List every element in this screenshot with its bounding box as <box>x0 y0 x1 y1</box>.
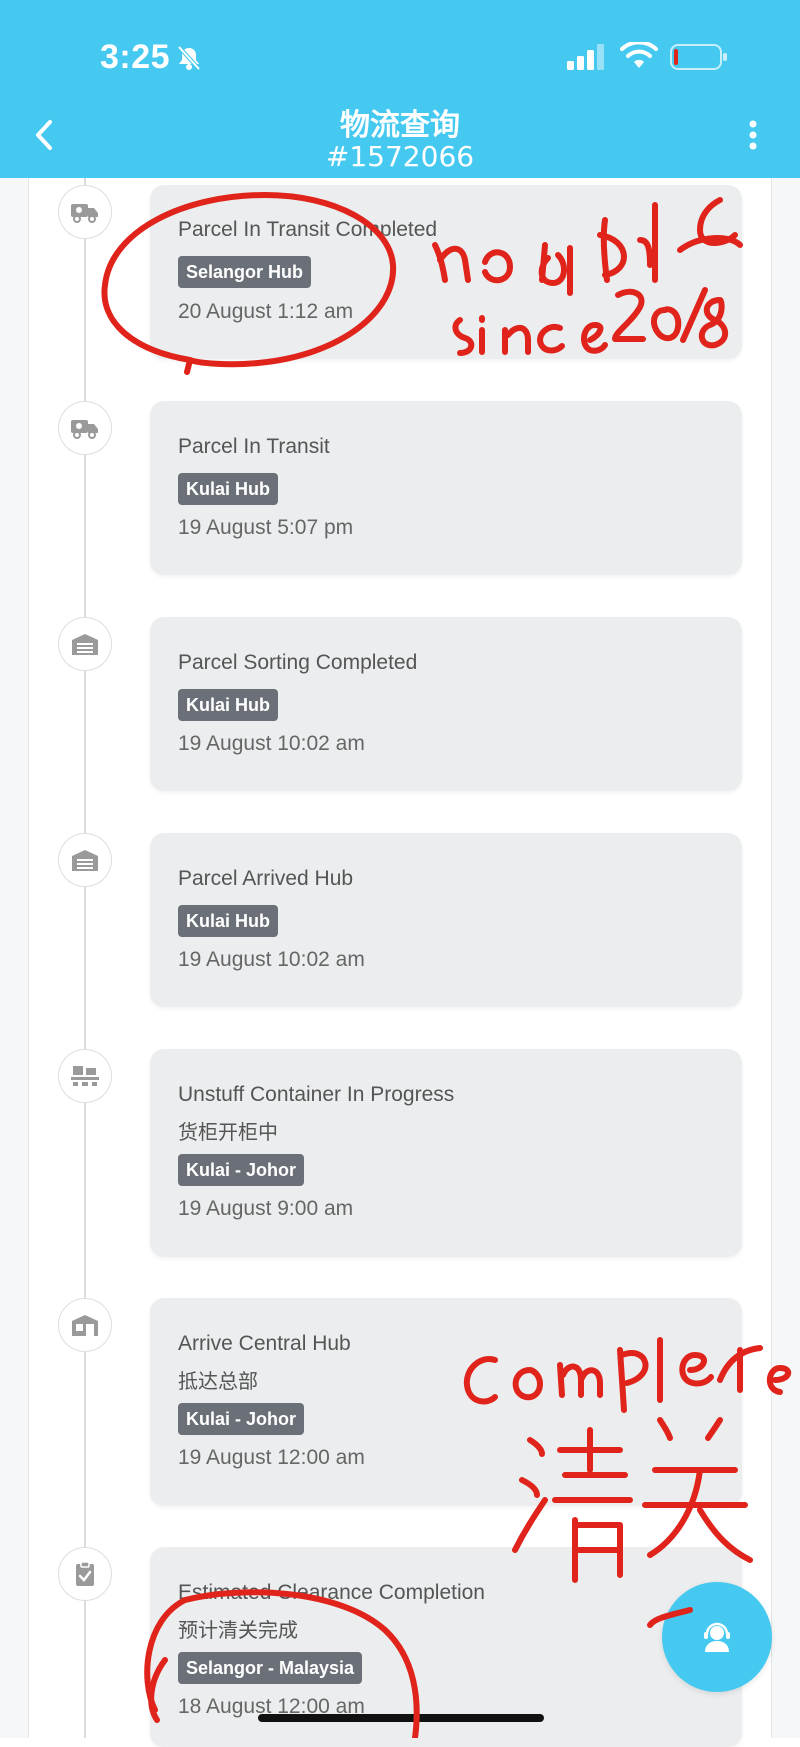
timeline-card[interactable]: Parcel In Transit Completed Selangor Hub… <box>150 185 742 359</box>
timeline-card[interactable]: Parcel Sorting Completed Kulai Hub 19 Au… <box>150 617 742 791</box>
event-subtitle: 抵达总部 <box>178 1369 258 1393</box>
event-date: 19 August 10:02 am <box>178 732 365 755</box>
page-title: 物流查询 <box>340 108 460 143</box>
event-date: 20 August 1:12 am <box>178 300 354 323</box>
location-badge: Kulai - Johor <box>178 1403 305 1435</box>
location-badge: Kulai - Johor <box>178 1154 305 1186</box>
truck-icon <box>58 185 112 239</box>
home-indicator <box>258 1714 544 1722</box>
event-date: 19 August 10:02 am <box>178 948 365 971</box>
event-subtitle: 货柜开柜中 <box>178 1120 278 1144</box>
central-hub-icon <box>58 1298 112 1352</box>
timeline-card[interactable]: Parcel Arrived Hub Kulai Hub 19 August 1… <box>150 833 742 1007</box>
headset-agent-icon <box>704 1622 730 1652</box>
location-badge: Kulai Hub <box>178 905 278 937</box>
status-time: 3:25 <box>100 38 171 76</box>
location-badge: Selangor Hub <box>178 256 312 288</box>
event-subtitle: 预计清关完成 <box>178 1618 298 1642</box>
timeline-card[interactable]: Unstuff Container In Progress 货柜开柜中 Kula… <box>150 1049 742 1257</box>
battery-low-icon <box>670 44 727 70</box>
warehouse-icon <box>58 617 112 671</box>
event-date: 19 August 9:00 am <box>178 1197 354 1220</box>
bell-muted-icon <box>177 45 201 71</box>
more-options-icon[interactable] <box>746 120 760 150</box>
event-title: Unstuff Container In Progress <box>178 1083 455 1106</box>
truck-icon <box>58 401 112 455</box>
app-header: 3:25 物流查询 #1572066 <box>0 0 800 178</box>
location-badge: Kulai Hub <box>178 473 278 505</box>
customer-support-button[interactable] <box>662 1582 772 1692</box>
wifi-icon <box>620 42 658 68</box>
event-title: Parcel In Transit Completed <box>178 218 438 241</box>
event-date: 19 August 12:00 am <box>178 1446 365 1469</box>
timeline-card[interactable]: Arrive Central Hub 抵达总部 Kulai - Johor 19… <box>150 1298 742 1506</box>
location-badge: Kulai Hub <box>178 689 278 721</box>
cellular-signal-icon <box>567 44 604 70</box>
pallet-boxes-icon <box>58 1049 112 1103</box>
event-title: Estimated Clearance Completion <box>178 1581 485 1604</box>
event-title: Arrive Central Hub <box>178 1332 351 1355</box>
timeline-card[interactable]: Parcel In Transit Kulai Hub 19 August 5:… <box>150 401 742 575</box>
location-badge: Selangor - Malaysia <box>178 1652 363 1684</box>
event-title: Parcel In Transit <box>178 435 330 458</box>
warehouse-icon <box>58 833 112 887</box>
event-title: Parcel Sorting Completed <box>178 651 418 674</box>
event-title: Parcel Arrived Hub <box>178 867 354 890</box>
event-date: 19 August 5:07 pm <box>178 516 354 539</box>
clipboard-check-icon <box>58 1547 112 1601</box>
order-number: #1572066 <box>325 140 475 173</box>
